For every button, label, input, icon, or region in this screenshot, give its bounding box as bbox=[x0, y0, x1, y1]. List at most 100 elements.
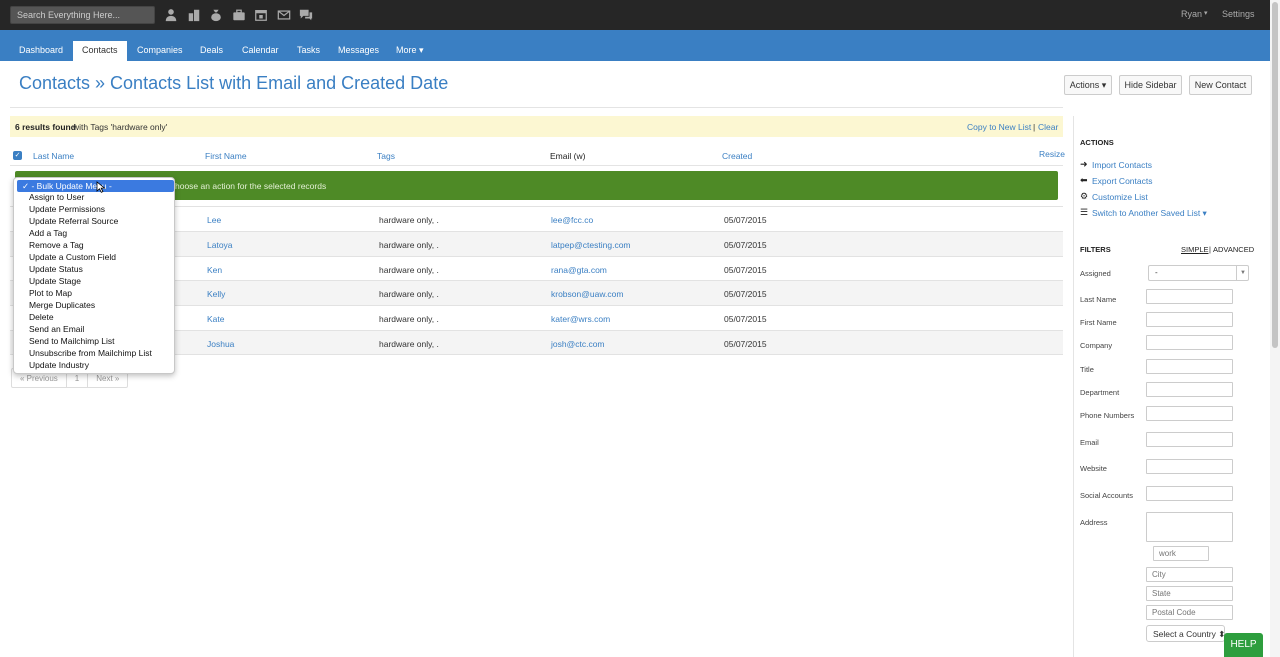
bulk-option-assign-to-user[interactable]: Assign to User bbox=[29, 192, 84, 202]
nav-deals[interactable]: Deals bbox=[200, 45, 223, 55]
chat-icon[interactable] bbox=[295, 7, 318, 23]
state-filter-input[interactable] bbox=[1146, 586, 1233, 601]
tags-cell: hardware only, . bbox=[379, 215, 439, 225]
column-header-created[interactable]: Created bbox=[722, 151, 752, 161]
email-cell[interactable]: latpep@ctesting.com bbox=[551, 240, 631, 250]
bulk-option-update-referral-source[interactable]: Update Referral Source bbox=[29, 216, 118, 226]
email-cell[interactable]: krobson@uaw.com bbox=[551, 289, 623, 299]
bulk-option-unsubscribe-mailchimp[interactable]: Unsubscribe from Mailchimp List bbox=[29, 348, 152, 358]
nav-contacts[interactable]: Contacts bbox=[73, 41, 127, 61]
person-icon[interactable] bbox=[160, 7, 183, 23]
last-name-filter-input[interactable] bbox=[1146, 289, 1233, 304]
column-header-tags[interactable]: Tags bbox=[377, 151, 395, 161]
filter-label-address: Address bbox=[1080, 518, 1108, 527]
department-filter-input[interactable] bbox=[1146, 382, 1233, 397]
main-nav: Dashboard Contacts Companies Deals Calen… bbox=[0, 30, 1270, 61]
company-filter-input[interactable] bbox=[1146, 335, 1233, 350]
first-name-filter-input[interactable] bbox=[1146, 312, 1233, 327]
nav-dashboard[interactable]: Dashboard bbox=[19, 45, 63, 55]
select-all-checkbox[interactable]: ✓ bbox=[13, 151, 22, 160]
bulk-option-update-permissions[interactable]: Update Permissions bbox=[29, 204, 105, 214]
phone-filter-input[interactable] bbox=[1146, 406, 1233, 421]
nav-companies[interactable]: Companies bbox=[137, 45, 183, 55]
country-select[interactable]: Select a Country ⬍ bbox=[1146, 625, 1225, 642]
bulk-option-remove-tag[interactable]: Remove a Tag bbox=[29, 240, 84, 250]
email-cell[interactable]: rana@gta.com bbox=[551, 265, 607, 275]
resize-link[interactable]: Resize bbox=[1039, 149, 1065, 159]
website-filter-input[interactable] bbox=[1146, 459, 1233, 474]
settings-link[interactable]: Settings bbox=[1222, 9, 1255, 19]
filter-label-first-name: First Name bbox=[1080, 318, 1117, 327]
title-filter-input[interactable] bbox=[1146, 359, 1233, 374]
bulk-option-send-to-mailchimp[interactable]: Send to Mailchimp List bbox=[29, 336, 115, 346]
calendar-icon[interactable] bbox=[250, 7, 273, 23]
column-header-first-name[interactable]: First Name bbox=[205, 151, 247, 161]
social-accounts-filter-input[interactable] bbox=[1146, 486, 1233, 501]
bulk-option-update-status[interactable]: Update Status bbox=[29, 264, 83, 274]
page-title: Contacts » Contacts List with Email and … bbox=[19, 73, 449, 93]
filter-mode-simple[interactable]: SIMPLE bbox=[1181, 245, 1209, 254]
nav-messages[interactable]: Messages bbox=[338, 45, 379, 55]
first-name-cell[interactable]: Joshua bbox=[207, 339, 234, 349]
nav-calendar[interactable]: Calendar bbox=[242, 45, 279, 55]
first-name-cell[interactable]: Kelly bbox=[207, 289, 225, 299]
scrollbar-thumb[interactable] bbox=[1272, 2, 1278, 348]
briefcase-icon[interactable] bbox=[228, 7, 251, 23]
copy-to-new-list-link[interactable]: Copy to New List bbox=[967, 122, 1031, 132]
created-cell: 05/07/2015 bbox=[724, 339, 767, 349]
bulk-option-update-custom-field[interactable]: Update a Custom Field bbox=[29, 252, 116, 262]
chevron-down-icon[interactable]: ▾ bbox=[1204, 9, 1208, 17]
filters-heading: FILTERS bbox=[1080, 245, 1111, 254]
bulk-option-update-industry[interactable]: Update Industry bbox=[29, 360, 89, 370]
bulk-option-plot-to-map[interactable]: Plot to Map bbox=[29, 288, 72, 298]
column-header-last-name[interactable]: Last Name bbox=[33, 151, 74, 161]
assigned-select[interactable]: - bbox=[1148, 265, 1249, 281]
bulk-option-add-tag[interactable]: Add a Tag bbox=[29, 228, 67, 238]
global-search-input[interactable] bbox=[10, 6, 155, 24]
actions-button[interactable]: Actions ▾ bbox=[1064, 75, 1112, 95]
created-cell: 05/07/2015 bbox=[724, 314, 767, 324]
address-filter-input[interactable] bbox=[1146, 512, 1233, 542]
envelope-icon[interactable] bbox=[273, 7, 296, 23]
user-menu[interactable]: Ryan bbox=[1181, 9, 1202, 19]
bulk-option-send-email[interactable]: Send an Email bbox=[29, 324, 84, 334]
results-count: 6 results found bbox=[15, 122, 76, 132]
bulk-option-update-stage[interactable]: Update Stage bbox=[29, 276, 81, 286]
switch-saved-list-link[interactable]: Switch to Another Saved List ▾ bbox=[1092, 208, 1207, 219]
new-contact-button[interactable]: New Contact bbox=[1189, 75, 1252, 95]
nav-tasks[interactable]: Tasks bbox=[297, 45, 320, 55]
email-cell[interactable]: lee@fcc.co bbox=[551, 215, 593, 225]
first-name-cell[interactable]: Lee bbox=[207, 215, 221, 225]
import-contacts-link[interactable]: Import Contacts bbox=[1092, 160, 1152, 170]
separator: | bbox=[1033, 122, 1036, 132]
chevron-down-icon[interactable]: ▼ bbox=[1236, 265, 1249, 281]
hide-sidebar-button[interactable]: Hide Sidebar bbox=[1119, 75, 1182, 95]
help-button[interactable]: HELP bbox=[1224, 633, 1263, 657]
buildings-icon[interactable] bbox=[183, 7, 206, 23]
results-bar: 6 results found with Tags 'hardware only… bbox=[10, 116, 1063, 137]
filter-label-department: Department bbox=[1080, 388, 1120, 397]
email-cell[interactable]: josh@ctc.com bbox=[551, 339, 605, 349]
first-name-cell[interactable]: Latoya bbox=[207, 240, 233, 250]
postal-code-filter-input[interactable] bbox=[1146, 605, 1233, 620]
bulk-update-menu[interactable]: ✓ - Bulk Update Menu - Assign to User Up… bbox=[13, 177, 175, 374]
email-cell[interactable]: kater@wrs.com bbox=[551, 314, 610, 324]
bulk-option-merge-duplicates[interactable]: Merge Duplicates bbox=[29, 300, 95, 310]
city-filter-input[interactable] bbox=[1146, 567, 1233, 582]
nav-more[interactable]: More ▾ bbox=[396, 45, 424, 56]
separator: | bbox=[1209, 245, 1211, 254]
tags-cell: hardware only, . bbox=[379, 289, 439, 299]
money-bag-icon[interactable] bbox=[205, 7, 228, 23]
email-filter-input[interactable] bbox=[1146, 432, 1233, 447]
customize-list-link[interactable]: Customize List bbox=[1092, 192, 1148, 202]
created-cell: 05/07/2015 bbox=[724, 215, 767, 225]
export-contacts-link[interactable]: Export Contacts bbox=[1092, 176, 1152, 186]
clear-link[interactable]: Clear bbox=[1038, 122, 1058, 132]
bulk-option-delete[interactable]: Delete bbox=[29, 312, 54, 322]
first-name-cell[interactable]: Ken bbox=[207, 265, 222, 275]
address-type-input[interactable] bbox=[1153, 546, 1209, 561]
results-filter-text: with Tags 'hardware only' bbox=[73, 122, 168, 132]
top-icons bbox=[160, 7, 318, 23]
first-name-cell[interactable]: Kate bbox=[207, 314, 225, 324]
filter-mode-advanced[interactable]: ADVANCED bbox=[1213, 245, 1254, 254]
